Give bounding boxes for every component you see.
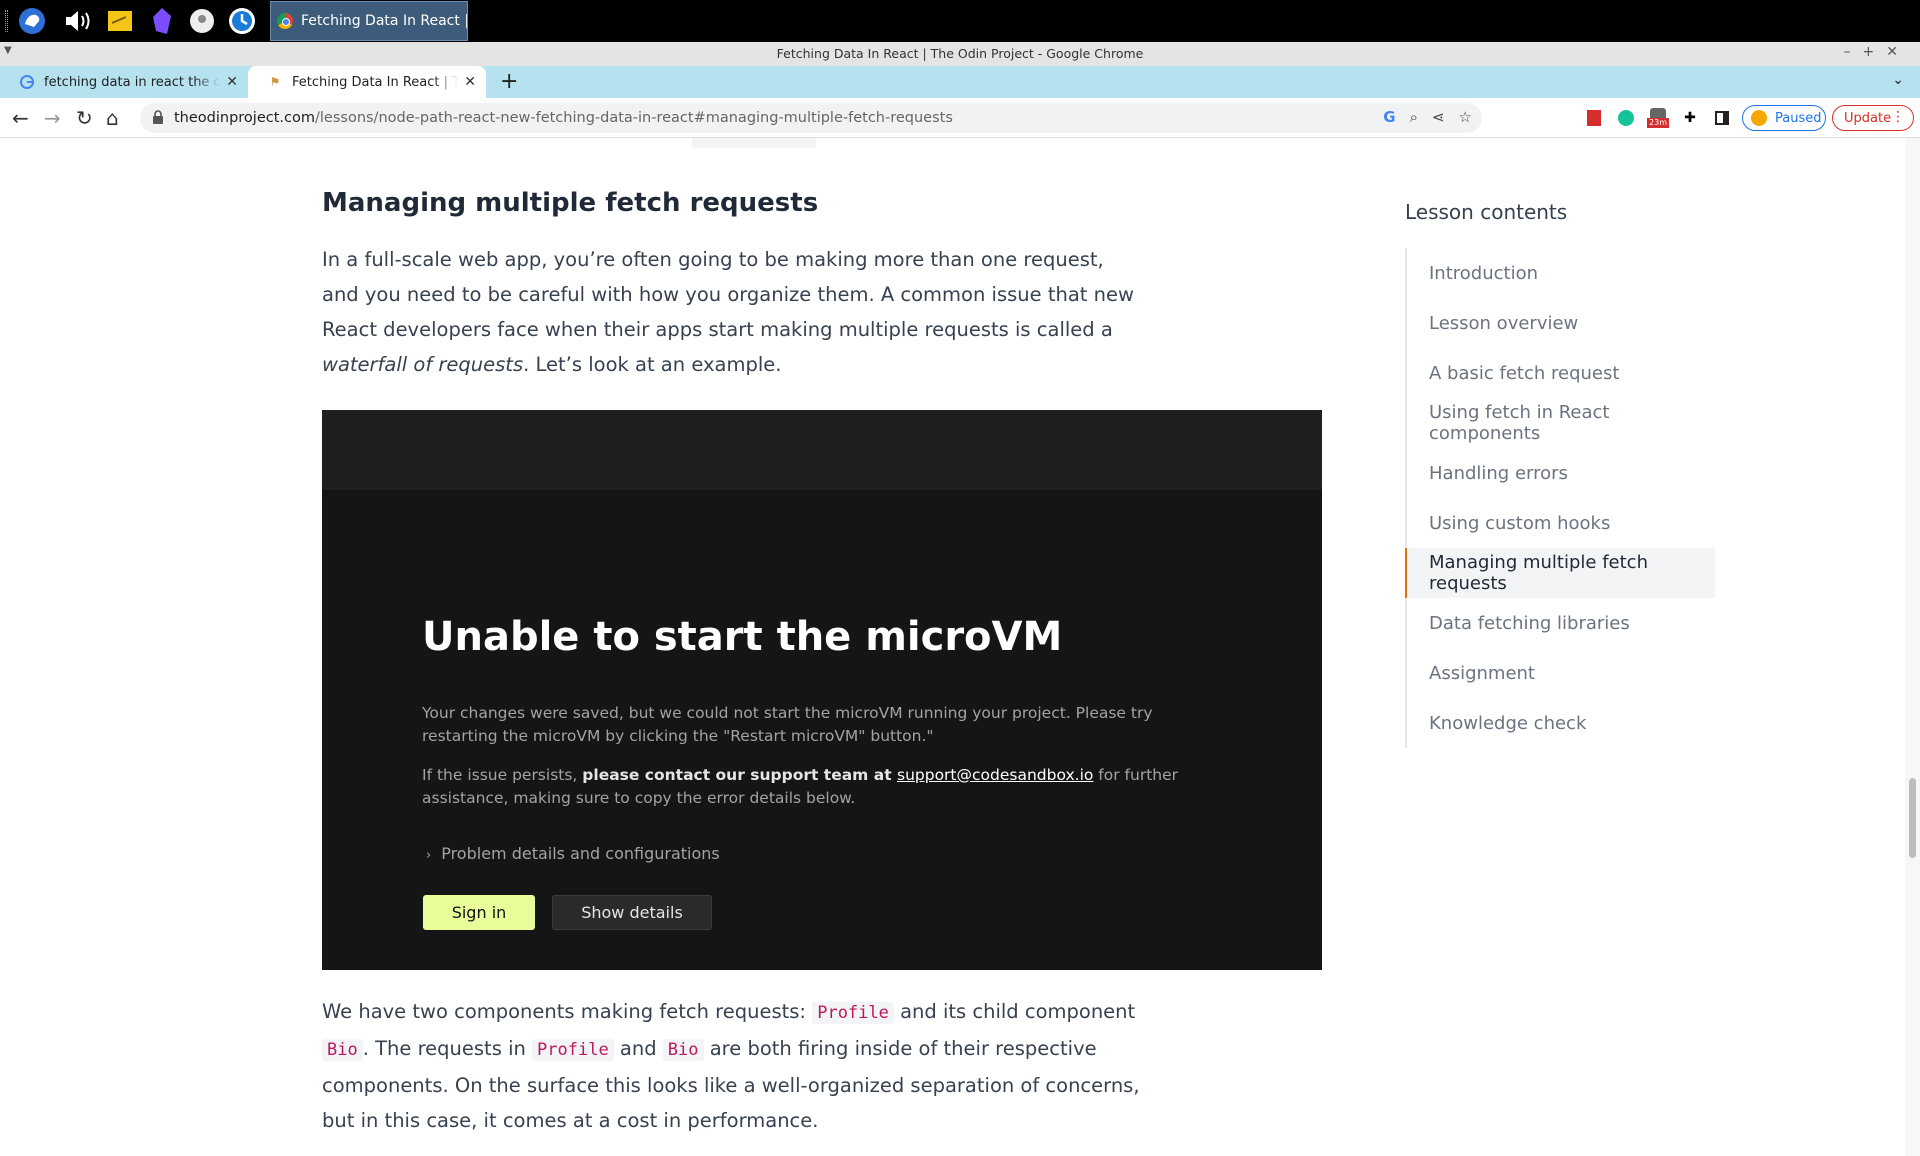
codesandbox-embed: Unable to start the microVM Your changes… [322,410,1322,970]
address-bar[interactable]: theodinproject.com/lessons/node-path-rea… [140,103,1482,133]
previous-content-fragment [692,138,816,148]
inline-code: Profile [812,1002,894,1024]
toc-item-lesson-overview[interactable]: Lesson overview [1407,298,1715,348]
scrollbar-thumb[interactable] [1909,778,1916,858]
new-tab-button[interactable]: + [500,69,518,94]
share-icon[interactable]: ⋖ [1432,108,1445,126]
volume-icon[interactable] [62,5,94,37]
chevron-right-icon: › [426,848,432,863]
toc-item-assignment[interactable]: Assignment [1407,648,1715,698]
close-tab-icon[interactable]: ✕ [464,74,476,90]
taskbar-chrome-task[interactable]: Fetching Data In React | Th... [270,1,468,41]
para-text: and its child component [893,1000,1136,1023]
notes-icon[interactable] [104,5,136,37]
tab-odin-project[interactable]: ⚑ Fetching Data In React | The Odin Proj… [248,66,486,98]
tab-search-icon[interactable]: ⌄ [1892,72,1904,88]
explanation-paragraph-block: We have two components making fetch requ… [322,994,1142,1138]
window-title: Fetching Data In React | The Odin Projec… [776,46,1144,61]
window-controls: –+✕ [1844,44,1910,60]
inline-code: Profile [532,1039,614,1061]
toc-item-handling-errors[interactable]: Handling errors [1407,448,1715,498]
window-titlebar: ▼ Fetching Data In React | The Odin Proj… [0,42,1920,66]
lock-icon[interactable] [152,110,164,124]
reload-icon[interactable]: ↻ [76,106,93,130]
para-text: In a full-scale web app, you’re often go… [322,248,1134,341]
forward-icon[interactable]: → [44,106,61,130]
paused-label: Paused [1775,110,1822,126]
taskbar-task-label: Fetching Data In React | Th... [301,13,467,29]
more-menu-icon[interactable]: ⋮ [1891,109,1905,125]
page-content: Managing multiple fetch requests In a fu… [0,138,1920,1156]
url-host: theodinproject.com [174,110,315,126]
inline-code: Bio [322,1039,363,1061]
close-tab-icon[interactable]: ✕ [226,74,238,90]
show-details-button[interactable]: Show details [552,895,712,930]
chrome-icon [277,13,293,29]
google-lens-icon[interactable]: G [1383,108,1395,126]
msg-text: If the issue persists, [422,766,583,784]
para-text: . The requests in [362,1037,533,1060]
home-icon[interactable]: ⌂ [106,106,119,130]
toc-item-fetch-in-react[interactable]: Using fetch in React components [1407,398,1715,448]
clock-app-icon[interactable] [226,5,258,37]
tab-label: fetching data in react the odin project [44,74,221,90]
google-icon [20,75,34,89]
close-window-icon[interactable]: ✕ [1886,44,1910,60]
side-panel-icon[interactable] [1712,108,1732,128]
problem-details-toggle[interactable]: › Problem details and configurations [426,844,720,863]
msg-bold: please contact our support team at [582,766,897,784]
para-text: We have two components making fetch requ… [322,1000,813,1023]
disk-icon[interactable] [186,5,218,37]
extensions-puzzle-icon[interactable]: ✚ [1680,108,1700,128]
page-scrollbar[interactable] [1905,138,1920,1156]
embed-header-bar [322,410,1322,490]
intro-paragraph-block: In a full-scale web app, you’re often go… [322,242,1142,382]
profile-paused-button[interactable]: Paused [1742,105,1826,131]
sign-in-button[interactable]: Sign in [423,895,535,930]
para-text: . Let’s look at an example. [523,353,782,376]
minimize-icon[interactable]: – [1844,44,1863,60]
toc-item-basic-fetch[interactable]: A basic fetch request [1407,348,1715,398]
section-heading: Managing multiple fetch requests [322,188,819,218]
os-taskbar: Fetching Data In React | Th... [0,0,1920,42]
tab-search-results[interactable]: fetching data in react the odin project … [0,66,248,98]
zoom-icon[interactable]: ⌕ [1410,108,1418,126]
odin-icon: ⚑ [269,75,281,89]
taskbar-grip [5,10,8,32]
toc-item-custom-hooks[interactable]: Using custom hooks [1407,498,1715,548]
embed-error-message: Your changes were saved, but we could no… [422,704,1153,745]
details-label: Problem details and configurations [441,844,720,863]
lesson-toc: Introduction Lesson overview A basic fet… [1405,248,1715,748]
back-icon[interactable]: ← [12,106,29,130]
url-path: /lessons/node-path-react-new-fetching-da… [315,110,953,126]
embed-error-title: Unable to start the microVM [422,614,1063,660]
embed-support-message: If the issue persists, please contact ou… [422,764,1182,810]
timer-badge: 23m [1647,118,1669,128]
explanation-paragraph: We have two components making fetch requ… [322,994,1142,1138]
support-email-link[interactable]: support@codesandbox.io [897,766,1093,784]
extension-red-icon[interactable] [1584,108,1604,128]
toc-item-introduction[interactable]: Introduction [1407,248,1715,298]
para-emphasis: waterfall of requests [322,353,524,376]
intro-paragraph: In a full-scale web app, you’re often go… [322,242,1142,382]
maximize-icon[interactable]: + [1863,44,1887,60]
update-button[interactable]: Update ⋮ [1832,105,1914,131]
obsidian-icon[interactable] [146,5,178,37]
bookmark-star-icon[interactable]: ☆ [1459,108,1472,126]
avatar [1751,110,1767,126]
toc-heading: Lesson contents [1405,200,1568,224]
toc-item-knowledge-check[interactable]: Knowledge check [1407,698,1715,748]
tab-label: Fetching Data In React | The Odin Projec… [292,74,459,90]
tab-strip: fetching data in react the odin project … [0,66,1920,98]
timer-extension-icon[interactable]: 23m [1647,108,1669,128]
toc-item-multiple-fetch[interactable]: Managing multiple fetch requests [1405,548,1715,598]
para-text: and [613,1037,663,1060]
toc-item-data-libraries[interactable]: Data fetching libraries [1407,598,1715,648]
grammarly-icon[interactable] [1616,108,1636,128]
inline-code: Bio [662,1039,704,1061]
update-label: Update [1844,110,1892,126]
app-menu-icon[interactable] [16,5,48,37]
